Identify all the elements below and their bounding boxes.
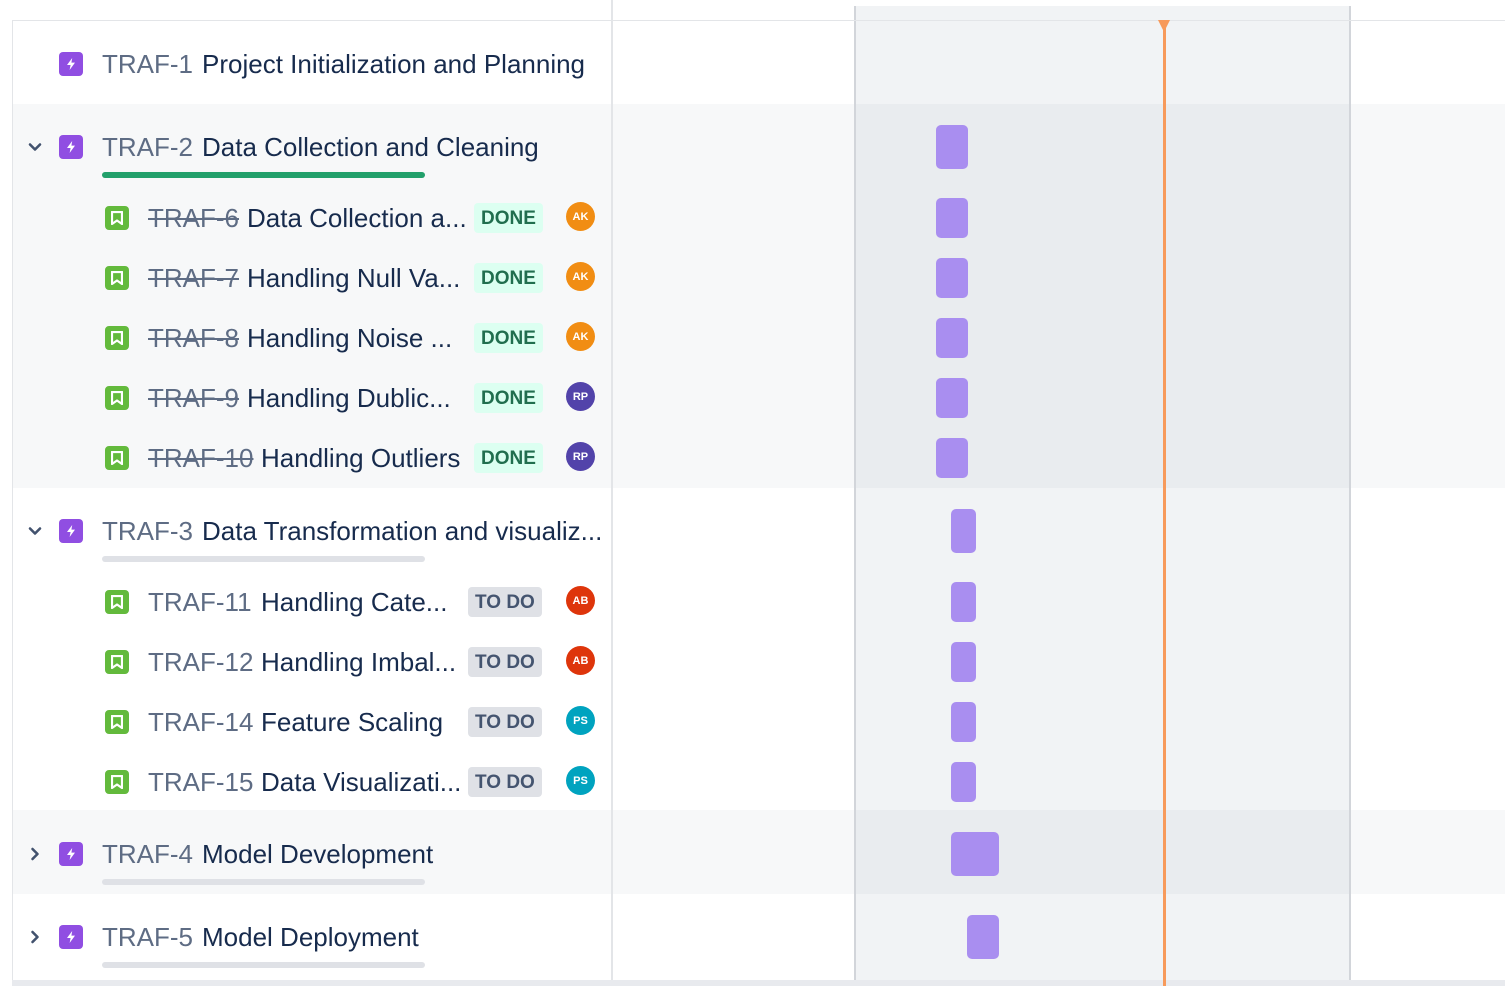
assignee-avatar-traf-9[interactable]: RP [566, 382, 595, 411]
collapse-traf-3-chevron-down-icon[interactable] [25, 521, 45, 541]
issue-title-traf-7[interactable]: Handling Null Va... [247, 265, 460, 291]
expand-traf-4-chevron-right-icon[interactable] [25, 844, 45, 864]
timeline-bar-traf-12[interactable] [951, 642, 976, 682]
epic-title-traf-1[interactable]: Project Initialization and Planning [202, 51, 585, 77]
collapse-traf-2-chevron-down-icon[interactable] [25, 137, 45, 157]
epic-progress-bar-traf-3 [102, 556, 425, 562]
status-badge-traf-8[interactable]: DONE [474, 323, 543, 353]
epic-title-traf-2[interactable]: Data Collection and Cleaning [202, 134, 539, 160]
issue-key-traf-11[interactable]: TRAF-11 [148, 589, 252, 615]
story-bookmark-icon [105, 326, 129, 350]
issue-title-traf-12[interactable]: Handling Imbal... [261, 649, 456, 675]
epic-key-traf-4[interactable]: TRAF-4 [102, 841, 193, 867]
list-timeline-splitter[interactable] [611, 0, 613, 986]
story-bookmark-icon [105, 446, 129, 470]
timeline-bar-traf-6[interactable] [936, 198, 968, 238]
epic-title-traf-3[interactable]: Data Transformation and visualiz... [202, 518, 602, 544]
epic-lightning-icon [59, 842, 83, 866]
story-bookmark-icon [105, 386, 129, 410]
status-badge-traf-11[interactable]: TO DO [468, 587, 542, 617]
timeline-bar-traf-3[interactable] [951, 509, 976, 553]
assignee-avatar-traf-12[interactable]: AB [566, 646, 595, 675]
assignee-avatar-traf-14[interactable]: PS [566, 706, 595, 735]
status-badge-traf-6[interactable]: DONE [474, 203, 543, 233]
horizontal-scrollbar[interactable] [12, 980, 1505, 986]
left-divider [12, 20, 13, 986]
issue-key-traf-10[interactable]: TRAF-10 [148, 445, 253, 471]
epic-lightning-icon [59, 925, 83, 949]
epic-key-traf-3[interactable]: TRAF-3 [102, 518, 193, 544]
issue-title-traf-10[interactable]: Handling Outliers [261, 445, 460, 471]
story-bookmark-icon [105, 206, 129, 230]
issue-title-traf-9[interactable]: Handling Dublic... [247, 385, 451, 411]
assignee-avatar-traf-15[interactable]: PS [566, 766, 595, 795]
issue-key-traf-14[interactable]: TRAF-14 [148, 709, 253, 735]
epic-progress-bar-traf-5 [102, 962, 425, 968]
story-bookmark-icon [105, 650, 129, 674]
issue-title-traf-15[interactable]: Data Visualizati... [261, 769, 461, 795]
epic-key-traf-5[interactable]: TRAF-5 [102, 924, 193, 950]
status-badge-traf-15[interactable]: TO DO [468, 767, 542, 797]
epic-progress-fill [102, 172, 425, 178]
story-bookmark-icon [105, 770, 129, 794]
issue-title-traf-6[interactable]: Data Collection a... [247, 205, 467, 231]
timeline-bar-traf-4[interactable] [951, 832, 999, 876]
epic-progress-bar-traf-2 [102, 172, 425, 178]
issue-key-traf-8[interactable]: TRAF-8 [148, 325, 239, 351]
story-bookmark-icon [105, 266, 129, 290]
epic-lightning-icon [59, 135, 83, 159]
issue-title-traf-14[interactable]: Feature Scaling [261, 709, 443, 735]
epic-progress-bar-traf-4 [102, 879, 425, 885]
issue-key-traf-9[interactable]: TRAF-9 [148, 385, 239, 411]
epic-key-traf-1[interactable]: TRAF-1 [102, 51, 193, 77]
epic-lightning-icon [59, 52, 83, 76]
status-badge-traf-9[interactable]: DONE [474, 383, 543, 413]
timeline-bar-traf-11[interactable] [951, 582, 976, 622]
status-badge-traf-12[interactable]: TO DO [468, 647, 542, 677]
timeline-bar-traf-10[interactable] [936, 438, 968, 478]
story-bookmark-icon [105, 710, 129, 734]
assignee-avatar-traf-7[interactable]: AK [566, 262, 595, 291]
timeline-bar-traf-9[interactable] [936, 378, 968, 418]
issue-key-traf-15[interactable]: TRAF-15 [148, 769, 253, 795]
assignee-avatar-traf-11[interactable]: AB [566, 586, 595, 615]
status-badge-traf-10[interactable]: DONE [474, 443, 543, 473]
epic-title-traf-5[interactable]: Model Deployment [202, 924, 419, 950]
assignee-avatar-traf-6[interactable]: AK [566, 202, 595, 231]
timeline-bar-traf-7[interactable] [936, 258, 968, 298]
today-line [1163, 20, 1166, 986]
issue-key-traf-7[interactable]: TRAF-7 [148, 265, 239, 291]
header-divider [12, 20, 1505, 21]
status-badge-traf-14[interactable]: TO DO [468, 707, 542, 737]
roadmap-timeline: TRAF-1 Project Initialization and Plannin… [0, 0, 1505, 986]
status-badge-traf-7[interactable]: DONE [474, 263, 543, 293]
issue-key-traf-6[interactable]: TRAF-6 [148, 205, 239, 231]
timeline-bar-traf-2[interactable] [936, 125, 968, 169]
epic-lightning-icon [59, 519, 83, 543]
epic-key-traf-2[interactable]: TRAF-2 [102, 134, 193, 160]
assignee-avatar-traf-10[interactable]: RP [566, 442, 595, 471]
timeline-bar-traf-8[interactable] [936, 318, 968, 358]
issue-title-traf-11[interactable]: Handling Cate... [261, 589, 447, 615]
issue-title-traf-8[interactable]: Handling Noise ... [247, 325, 452, 351]
timeline-bar-traf-5[interactable] [967, 915, 999, 959]
current-period-column [854, 6, 1351, 986]
issue-key-traf-12[interactable]: TRAF-12 [148, 649, 253, 675]
assignee-avatar-traf-8[interactable]: AK [566, 322, 595, 351]
timeline-bar-traf-15[interactable] [951, 762, 976, 802]
epic-title-traf-4[interactable]: Model Development [202, 841, 433, 867]
expand-traf-5-chevron-right-icon[interactable] [25, 927, 45, 947]
timeline-bar-traf-14[interactable] [951, 702, 976, 742]
today-marker [1158, 20, 1170, 32]
story-bookmark-icon [105, 590, 129, 614]
